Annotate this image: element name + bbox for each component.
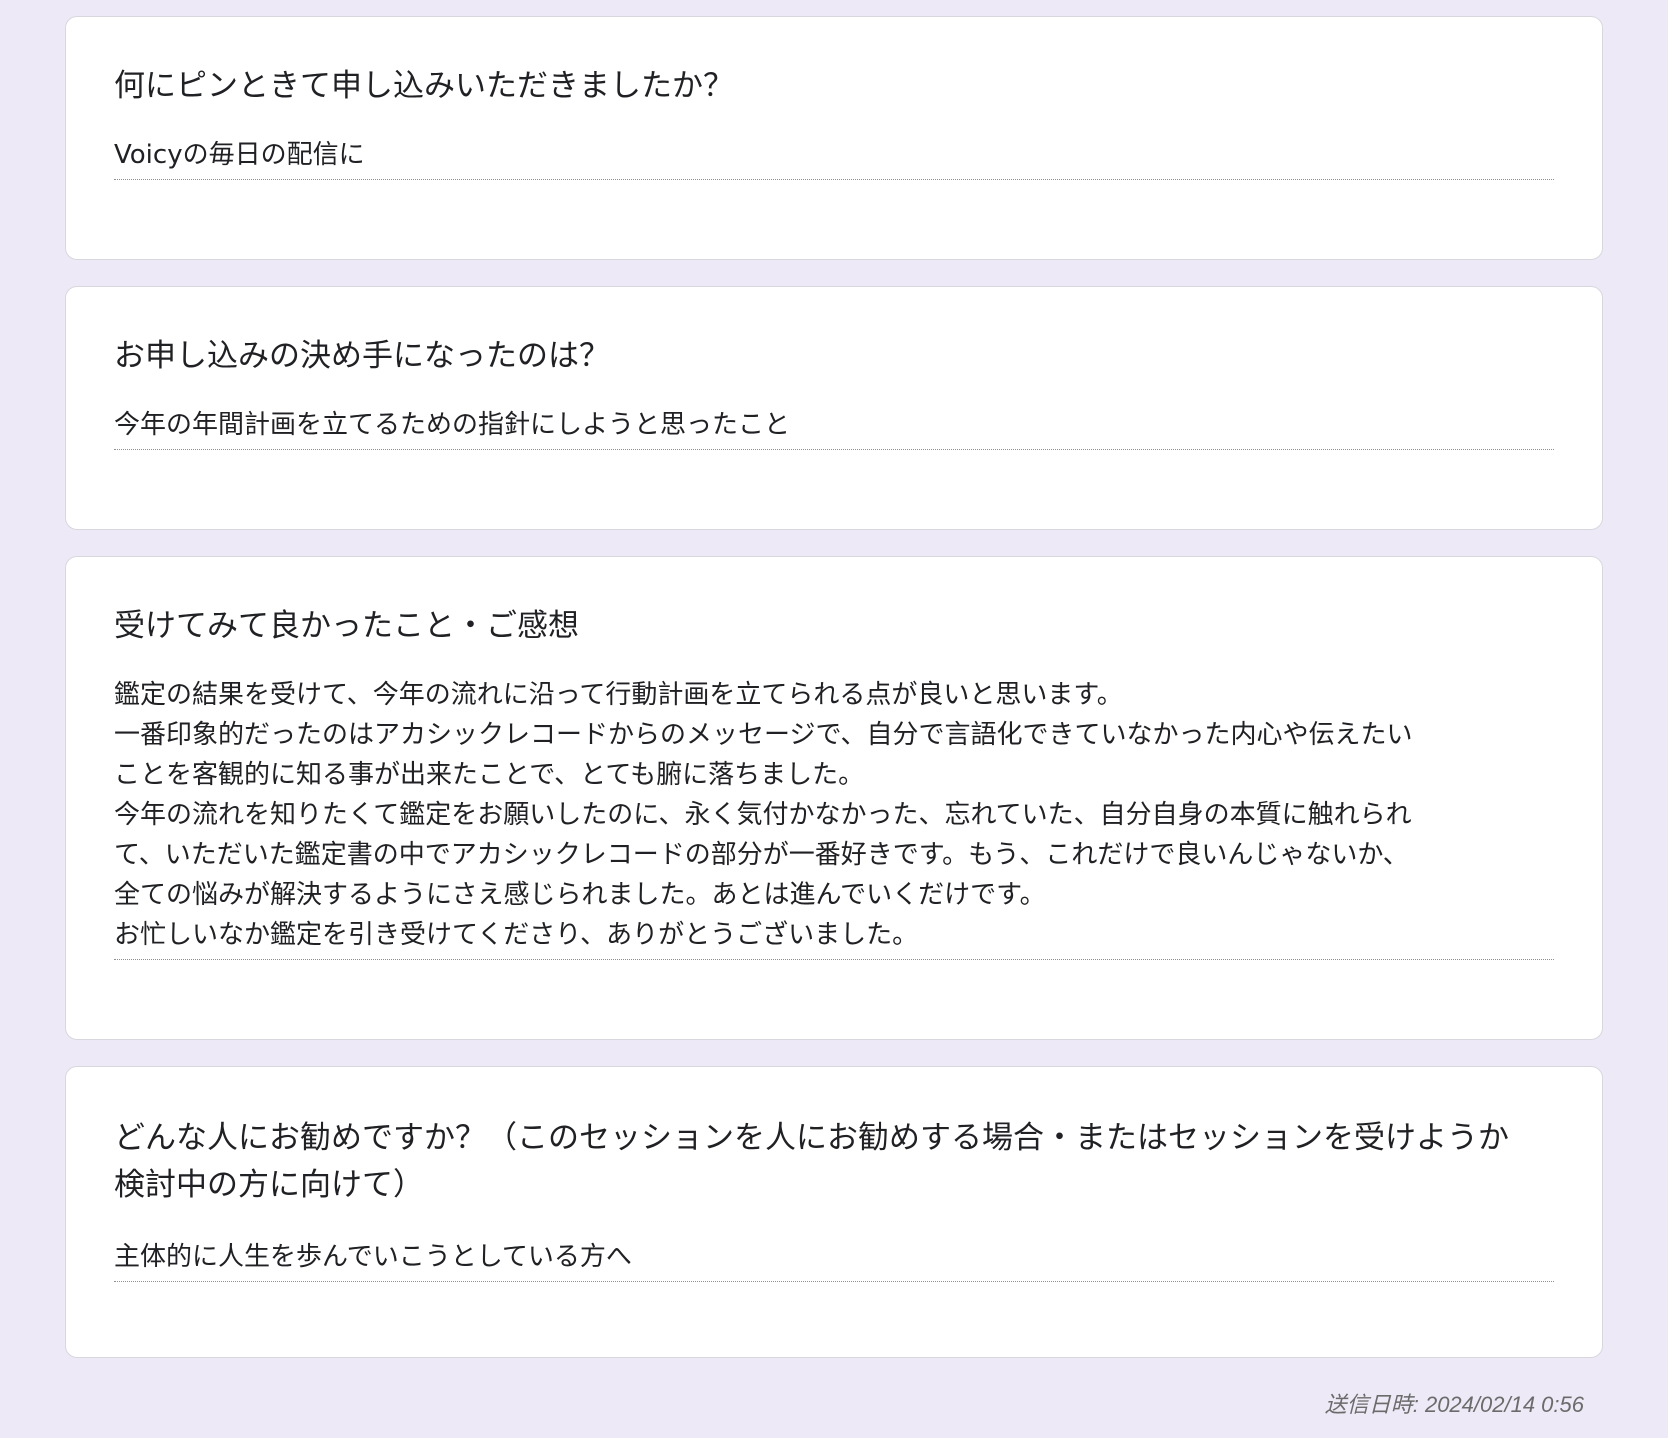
answer-text: 主体的に人生を歩んでいこうとしている方へ xyxy=(114,1237,1554,1282)
question-title: 何にピンときて申し込みいただきましたか？ xyxy=(114,68,734,104)
response-card-3: 受けてみて良かったこと・ご感想 鑑定の結果を受けて、今年の流れに沿って行動計画を… xyxy=(65,556,1603,1040)
question-title: どんな人にお勧めですか？（このセッションを人にお勧めする場合・またはセッションを… xyxy=(114,1120,1509,1203)
form-responses: 何にピンときて申し込みいただきましたか？ Voicyの毎日の配信に お申し込みの… xyxy=(65,16,1603,1384)
question-title: お申し込みの決め手になったのは？ xyxy=(114,338,610,374)
answer-text: 今年の年間計画を立てるための指針にしようと思ったこと xyxy=(114,405,1554,450)
answer-text: Voicyの毎日の配信に xyxy=(114,135,1554,180)
answer-text: 鑑定の結果を受けて、今年の流れに沿って行動計画を立てられる点が良いと思います。 … xyxy=(114,675,1554,960)
submission-timestamp: 送信日時: 2024/02/14 0:56 xyxy=(1324,1392,1584,1417)
response-card-4: どんな人にお勧めですか？（このセッションを人にお勧めする場合・またはセッションを… xyxy=(65,1066,1603,1358)
response-card-2: お申し込みの決め手になったのは？ 今年の年間計画を立てるための指針にしようと思っ… xyxy=(65,286,1603,530)
response-card-1: 何にピンときて申し込みいただきましたか？ Voicyの毎日の配信に xyxy=(65,16,1603,260)
question-title: 受けてみて良かったこと・ご感想 xyxy=(114,608,579,644)
